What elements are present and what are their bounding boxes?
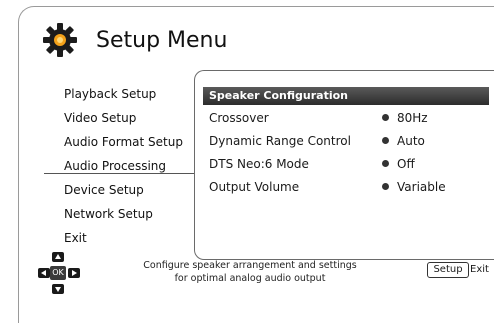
- menu-item-label: Device Setup: [64, 183, 144, 197]
- bullet-icon: [383, 115, 388, 120]
- panel-header: Speaker Configuration: [203, 87, 489, 105]
- selected-item-top-line: [44, 173, 194, 174]
- menu-item-label: Video Setup: [64, 111, 137, 125]
- setting-label: DTS Neo:6 Mode: [209, 157, 309, 171]
- bullet-icon: [383, 138, 388, 143]
- menu-item-audio-processing[interactable]: Audio Processing: [44, 154, 198, 178]
- menu-item-exit[interactable]: Exit: [44, 226, 198, 250]
- up-arrow-icon: [52, 252, 64, 262]
- left-menu: Playback Setup Video Setup Audio Format …: [44, 82, 198, 250]
- menu-item-video-setup[interactable]: Video Setup: [44, 106, 198, 130]
- help-text-line-2: for optimal analog audio output: [174, 273, 326, 284]
- setting-label: Output Volume: [209, 180, 300, 194]
- menu-item-label: Exit: [64, 231, 87, 245]
- setting-label: Crossover: [209, 111, 269, 125]
- menu-item-label: Audio Processing: [64, 159, 166, 173]
- menu-item-label: Audio Format Setup: [64, 135, 183, 149]
- menu-item-audio-format-setup[interactable]: Audio Format Setup: [44, 130, 198, 154]
- menu-item-label: Playback Setup: [64, 87, 157, 101]
- gear-icon: [43, 23, 77, 57]
- remote-dpad-icon: OK: [38, 250, 80, 302]
- title-row: Setup Menu: [40, 18, 227, 62]
- menu-item-label: Network Setup: [64, 207, 153, 221]
- menu-item-device-setup[interactable]: Device Setup: [44, 178, 198, 202]
- down-arrow-icon: [52, 284, 64, 294]
- bullet-icon: [383, 184, 388, 189]
- menu-item-playback-setup[interactable]: Playback Setup: [44, 82, 198, 106]
- exit-label: Exit: [470, 264, 489, 275]
- setting-value: Auto: [397, 134, 425, 148]
- menu-item-network-setup[interactable]: Network Setup: [44, 202, 198, 226]
- ok-button-icon: OK: [50, 266, 66, 280]
- setting-value: Variable: [397, 180, 446, 194]
- speaker-configuration-panel: Speaker Configuration Crossover 80Hz Dyn…: [194, 70, 494, 260]
- help-text-line-1: Configure speaker arrangement and settin…: [143, 260, 357, 271]
- setting-value: 80Hz: [397, 111, 428, 125]
- right-arrow-icon: [68, 268, 80, 278]
- help-text: Configure speaker arrangement and settin…: [130, 259, 370, 285]
- page-title: Setup Menu: [96, 27, 228, 53]
- setting-value: Off: [397, 157, 415, 171]
- left-arrow-icon: [38, 268, 50, 278]
- setup-key: Setup: [427, 262, 469, 278]
- bullet-icon: [383, 161, 388, 166]
- setting-label: Dynamic Range Control: [209, 134, 351, 148]
